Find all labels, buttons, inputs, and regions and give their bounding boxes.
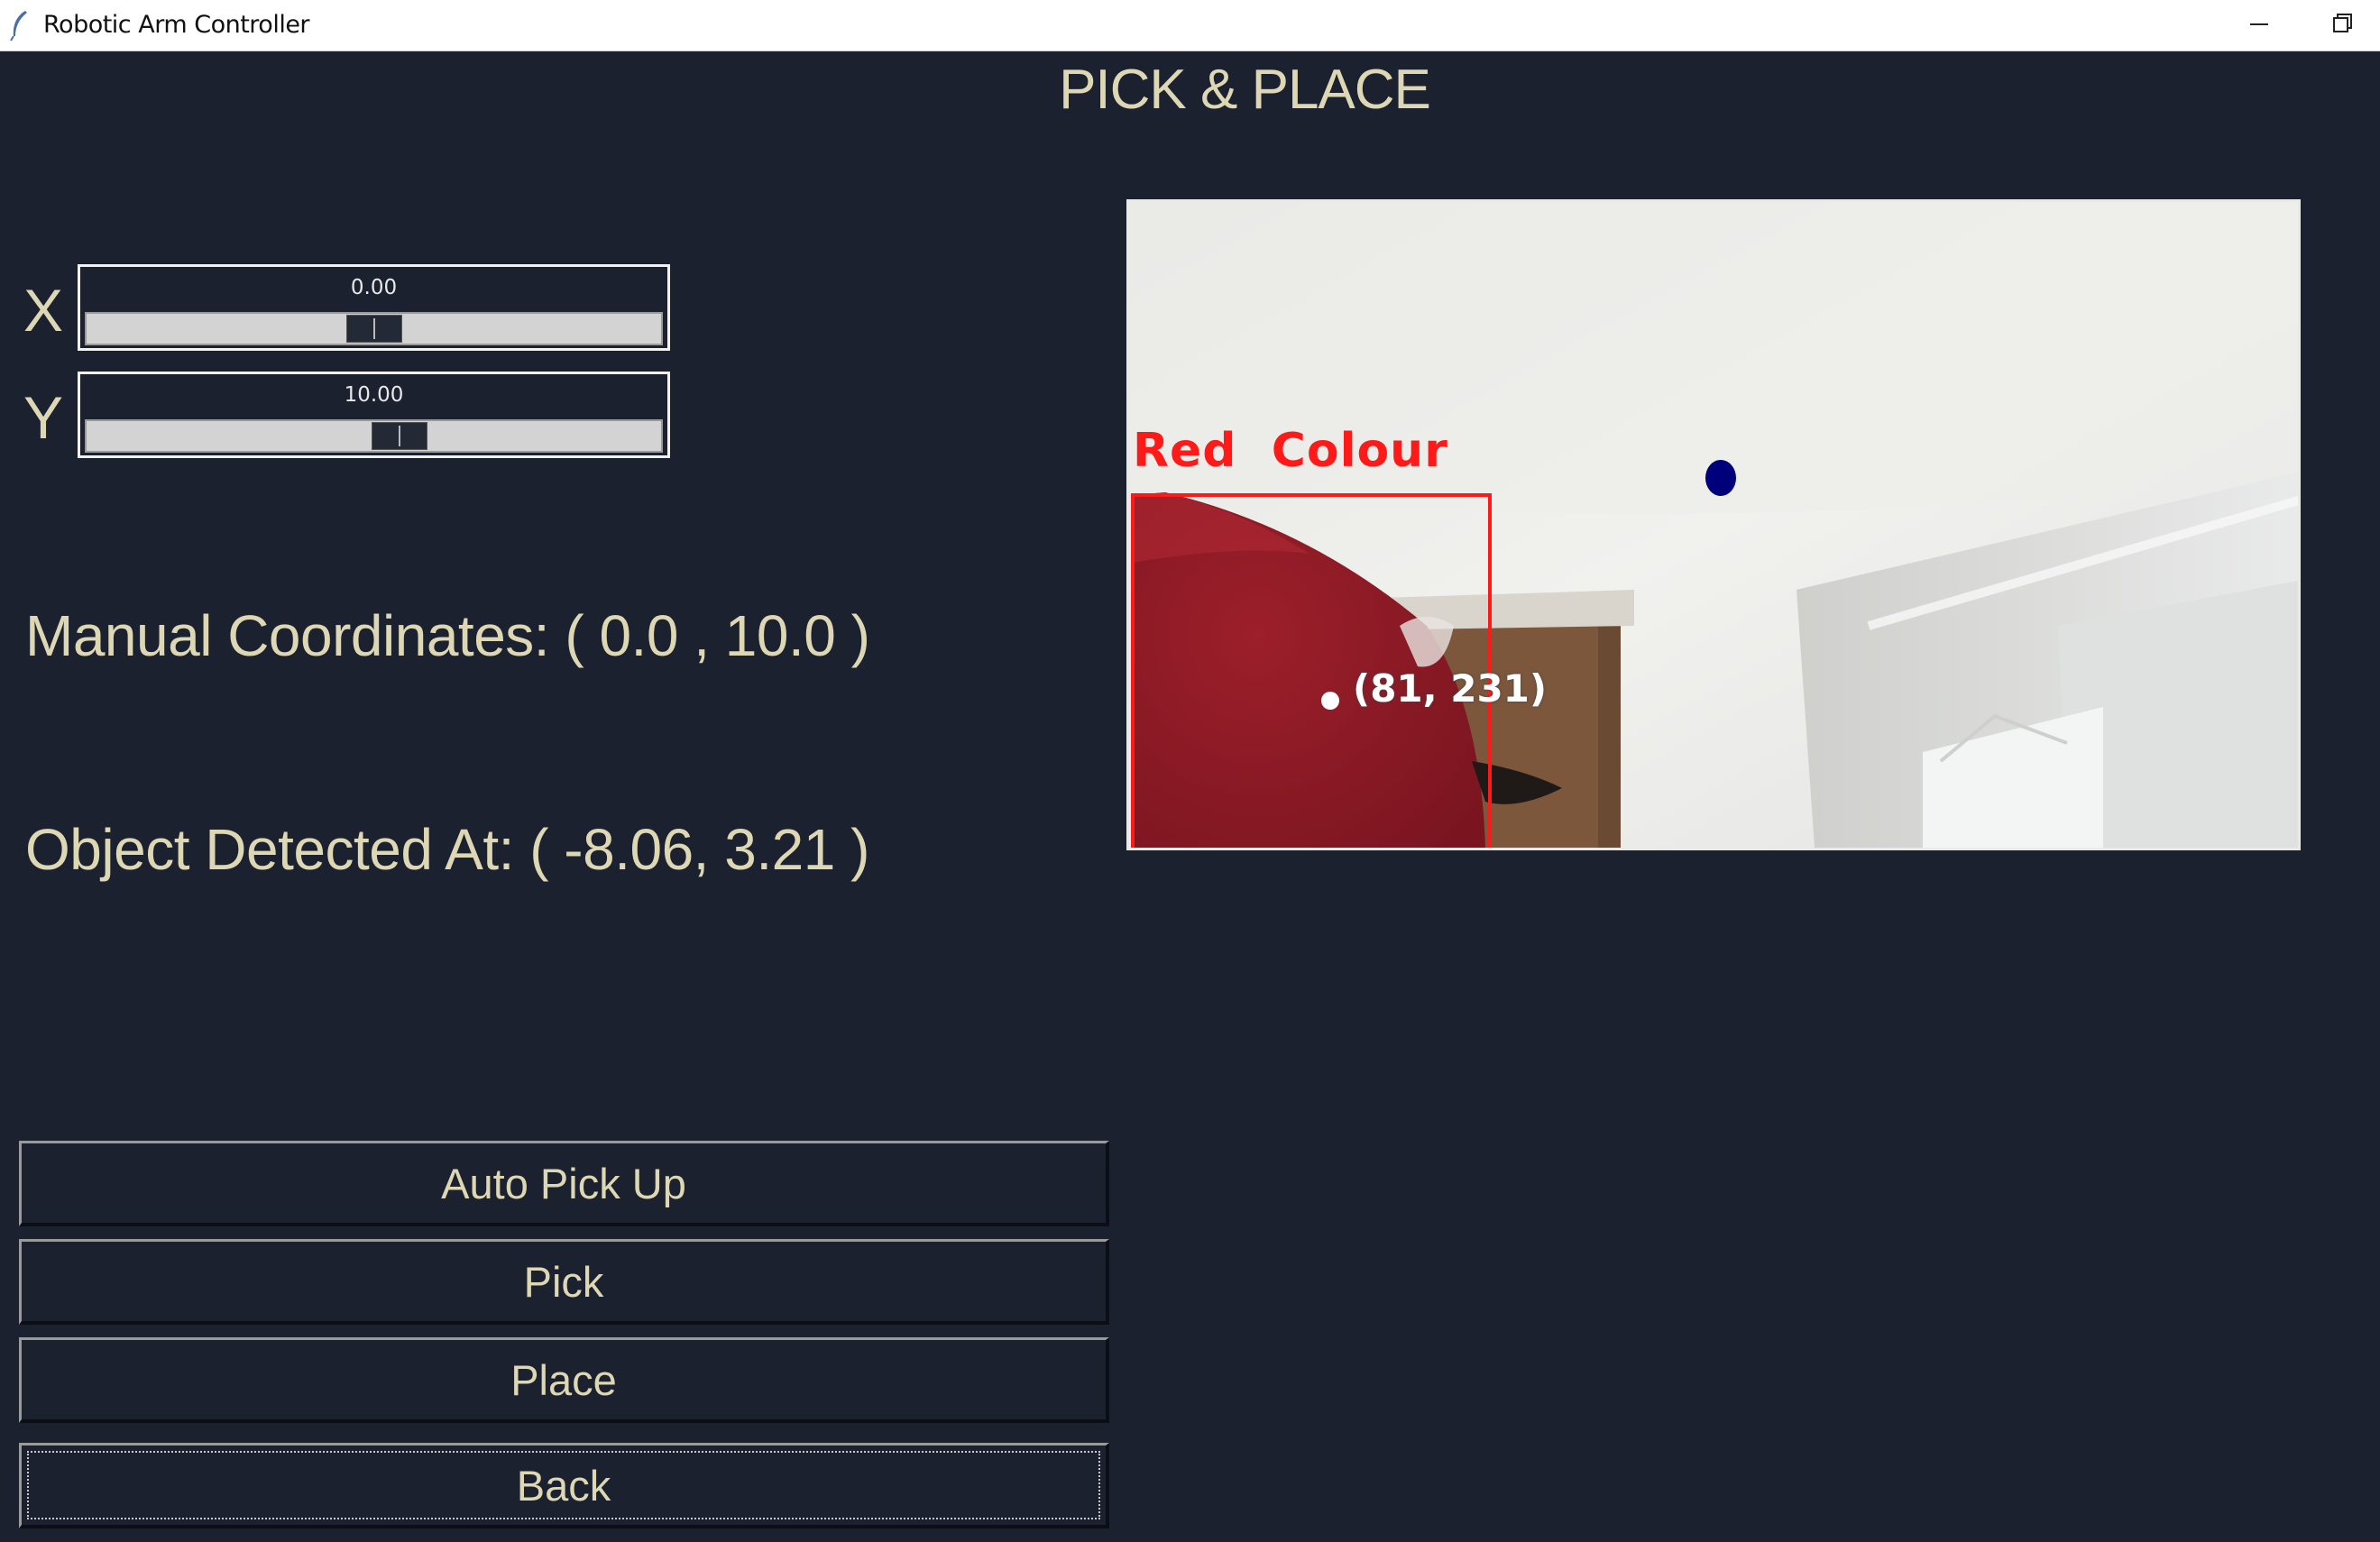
detection-label: Red Colour: [1133, 424, 1448, 478]
x-slider-handle[interactable]: [345, 315, 402, 343]
feather-icon: [10, 11, 27, 41]
y-slider-value: 10.00: [344, 383, 404, 407]
page-title: PICK & PLACE: [1059, 59, 1431, 121]
centroid-label: (81, 231): [1353, 666, 1548, 711]
camera-feed: Red Colour (81, 231): [1126, 199, 2301, 850]
y-slider-track[interactable]: [85, 419, 663, 453]
centroid-dot: [1321, 692, 1339, 710]
restore-icon: [2333, 14, 2352, 32]
window-title: Robotic Arm Controller: [43, 11, 310, 39]
camera-image: [1129, 202, 2298, 848]
auto-pick-up-button[interactable]: Auto Pick Up: [19, 1141, 1109, 1226]
y-slider-handle[interactable]: [372, 422, 428, 450]
x-axis-label: X: [23, 277, 64, 344]
x-slider-track[interactable]: [85, 312, 663, 345]
object-detected-label: Object Detected At: ( -8.06, 3.21 ): [25, 817, 869, 882]
y-slider[interactable]: 10.00: [78, 372, 670, 458]
manual-coordinates-label: Manual Coordinates: ( 0.0 , 10.0 ): [25, 603, 870, 668]
blue-target-marker: [1705, 460, 1736, 496]
auto-pick-up-button-label: Auto Pick Up: [441, 1159, 686, 1207]
pick-button-label: Pick: [523, 1257, 604, 1306]
x-slider[interactable]: 0.00: [78, 264, 670, 351]
restore-button[interactable]: [2304, 0, 2380, 50]
minimize-button[interactable]: [2219, 0, 2300, 50]
place-button[interactable]: Place: [19, 1337, 1109, 1423]
minimize-icon: [2250, 23, 2268, 25]
window-title-bar: Robotic Arm Controller: [0, 0, 2380, 51]
pick-button[interactable]: Pick: [19, 1239, 1109, 1325]
y-axis-label: Y: [23, 384, 64, 451]
place-button-label: Place: [510, 1355, 617, 1404]
x-slider-value: 0.00: [350, 276, 398, 299]
back-button[interactable]: Back: [19, 1443, 1109, 1528]
focus-ring: [27, 1451, 1100, 1519]
